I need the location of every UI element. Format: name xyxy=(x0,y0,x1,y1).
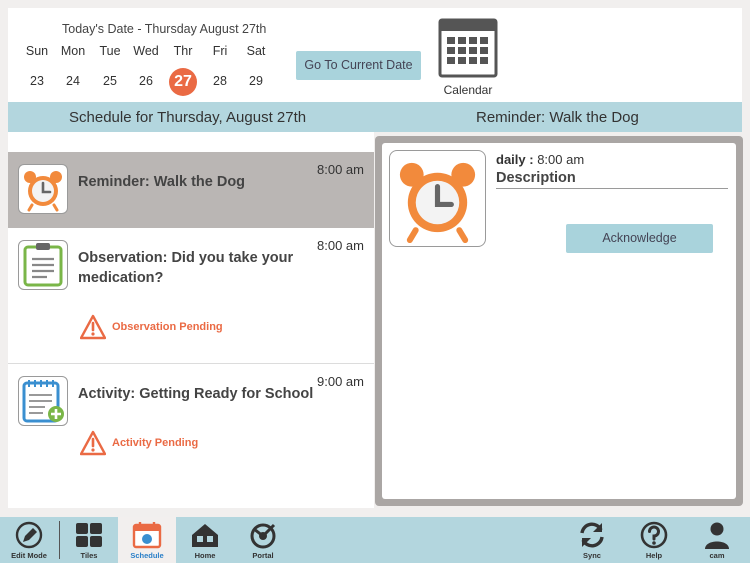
date-strip: Today's Date - Thursday August 27th Sun … xyxy=(8,8,742,102)
notepad-add-icon xyxy=(18,376,68,426)
bottom-tab-bar: Edit Mode Tiles Schedule Home Portal Syn… xyxy=(0,517,750,563)
tab-label: Help xyxy=(645,551,663,560)
tab-label: Portal xyxy=(252,551,274,560)
tab-schedule[interactable]: Schedule xyxy=(118,517,176,563)
help-icon xyxy=(640,521,668,549)
alarm-clock-icon xyxy=(389,150,486,247)
schedule-list: 8:00 am Reminder: Walk the Dog 8:00 am O… xyxy=(8,132,374,508)
weekday-tue: Tue xyxy=(99,44,121,58)
detail-panel: daily : 8:00 am Description Acknowledge xyxy=(375,136,743,506)
weekday-thr: Thr xyxy=(173,44,193,58)
tab-help[interactable]: Help xyxy=(625,517,683,563)
item-time: 9:00 am xyxy=(317,374,364,389)
item-title: Reminder: Walk the Dog xyxy=(78,174,246,190)
reminder-time: 8:00 am xyxy=(537,152,585,167)
day-24[interactable]: 24 xyxy=(56,74,90,88)
day-26[interactable]: 26 xyxy=(129,74,163,88)
item-time: 8:00 am xyxy=(317,162,364,177)
reminder-frequency: daily : 8:00 am xyxy=(496,152,584,167)
tab-home[interactable]: Home xyxy=(176,517,234,563)
section-header-band: Schedule for Thursday, August 27th Remin… xyxy=(8,102,742,132)
home-icon xyxy=(192,524,218,547)
day-27-selected[interactable]: 27 xyxy=(169,68,197,96)
weekday-sat: Sat xyxy=(246,44,266,58)
today-date-label: Today's Date - Thursday August 27th xyxy=(62,22,267,36)
acknowledge-button[interactable]: Acknowledge xyxy=(566,224,713,253)
weekday-sun: Sun xyxy=(25,44,49,58)
status-text: Observation Pending xyxy=(112,321,223,333)
tab-label: Home xyxy=(194,551,216,560)
schedule-item-observation[interactable]: 8:00 am Observation: Did you take your m… xyxy=(8,228,374,364)
weekday-wed: Wed xyxy=(133,44,159,58)
portal-icon xyxy=(250,523,276,549)
tab-label: Edit Mode xyxy=(11,551,47,560)
calendar-icon[interactable] xyxy=(438,16,498,80)
tiles-icon xyxy=(76,523,102,547)
schedule-heading: Schedule for Thursday, August 27th xyxy=(69,109,307,126)
schedule-item-activity[interactable]: 9:00 am Activity: Getting Ready for Scho… xyxy=(8,364,374,484)
status-pending: Activity Pending xyxy=(79,430,198,456)
day-23[interactable]: 23 xyxy=(20,74,54,88)
clipboard-icon xyxy=(18,240,68,290)
warning-icon xyxy=(79,430,107,456)
tab-label: Tiles xyxy=(80,551,98,560)
weekday-fri: Fri xyxy=(212,44,228,58)
tab-portal[interactable]: Portal xyxy=(234,517,292,563)
tab-label: cam xyxy=(709,551,725,560)
schedule-icon xyxy=(132,522,162,549)
item-title: Activity: Getting Ready for School xyxy=(78,386,314,402)
tab-label: Schedule xyxy=(130,551,164,560)
frequency-label: daily : xyxy=(496,152,534,167)
tab-sync[interactable]: Sync xyxy=(563,517,621,563)
tab-user-cam[interactable]: cam xyxy=(688,517,746,563)
calendar-label[interactable]: Calendar xyxy=(428,83,508,97)
schedule-item-reminder[interactable]: 8:00 am Reminder: Walk the Dog xyxy=(8,152,374,228)
status-text: Activity Pending xyxy=(112,437,199,449)
tab-edit-mode[interactable]: Edit Mode xyxy=(0,517,58,563)
day-25[interactable]: 25 xyxy=(93,74,127,88)
day-29[interactable]: 29 xyxy=(239,74,273,88)
item-time: 8:00 am xyxy=(317,238,364,253)
tab-label: Sync xyxy=(583,551,601,560)
item-title: Observation: Did you take your medicatio… xyxy=(78,250,294,286)
weekday-mon: Mon xyxy=(60,44,86,58)
day-28[interactable]: 28 xyxy=(203,74,237,88)
tab-tiles[interactable]: Tiles xyxy=(60,517,118,563)
go-to-current-date-button[interactable]: Go To Current Date xyxy=(296,51,421,80)
status-pending: Observation Pending xyxy=(79,314,223,340)
detail-card: daily : 8:00 am Description Acknowledge xyxy=(382,143,736,499)
pencil-circle-icon xyxy=(15,521,43,549)
description-label: Description xyxy=(496,170,728,189)
detail-heading: Reminder: Walk the Dog xyxy=(476,109,639,126)
sync-icon xyxy=(580,522,604,548)
user-icon xyxy=(705,522,729,549)
warning-icon xyxy=(79,314,107,340)
alarm-clock-icon xyxy=(18,164,68,214)
